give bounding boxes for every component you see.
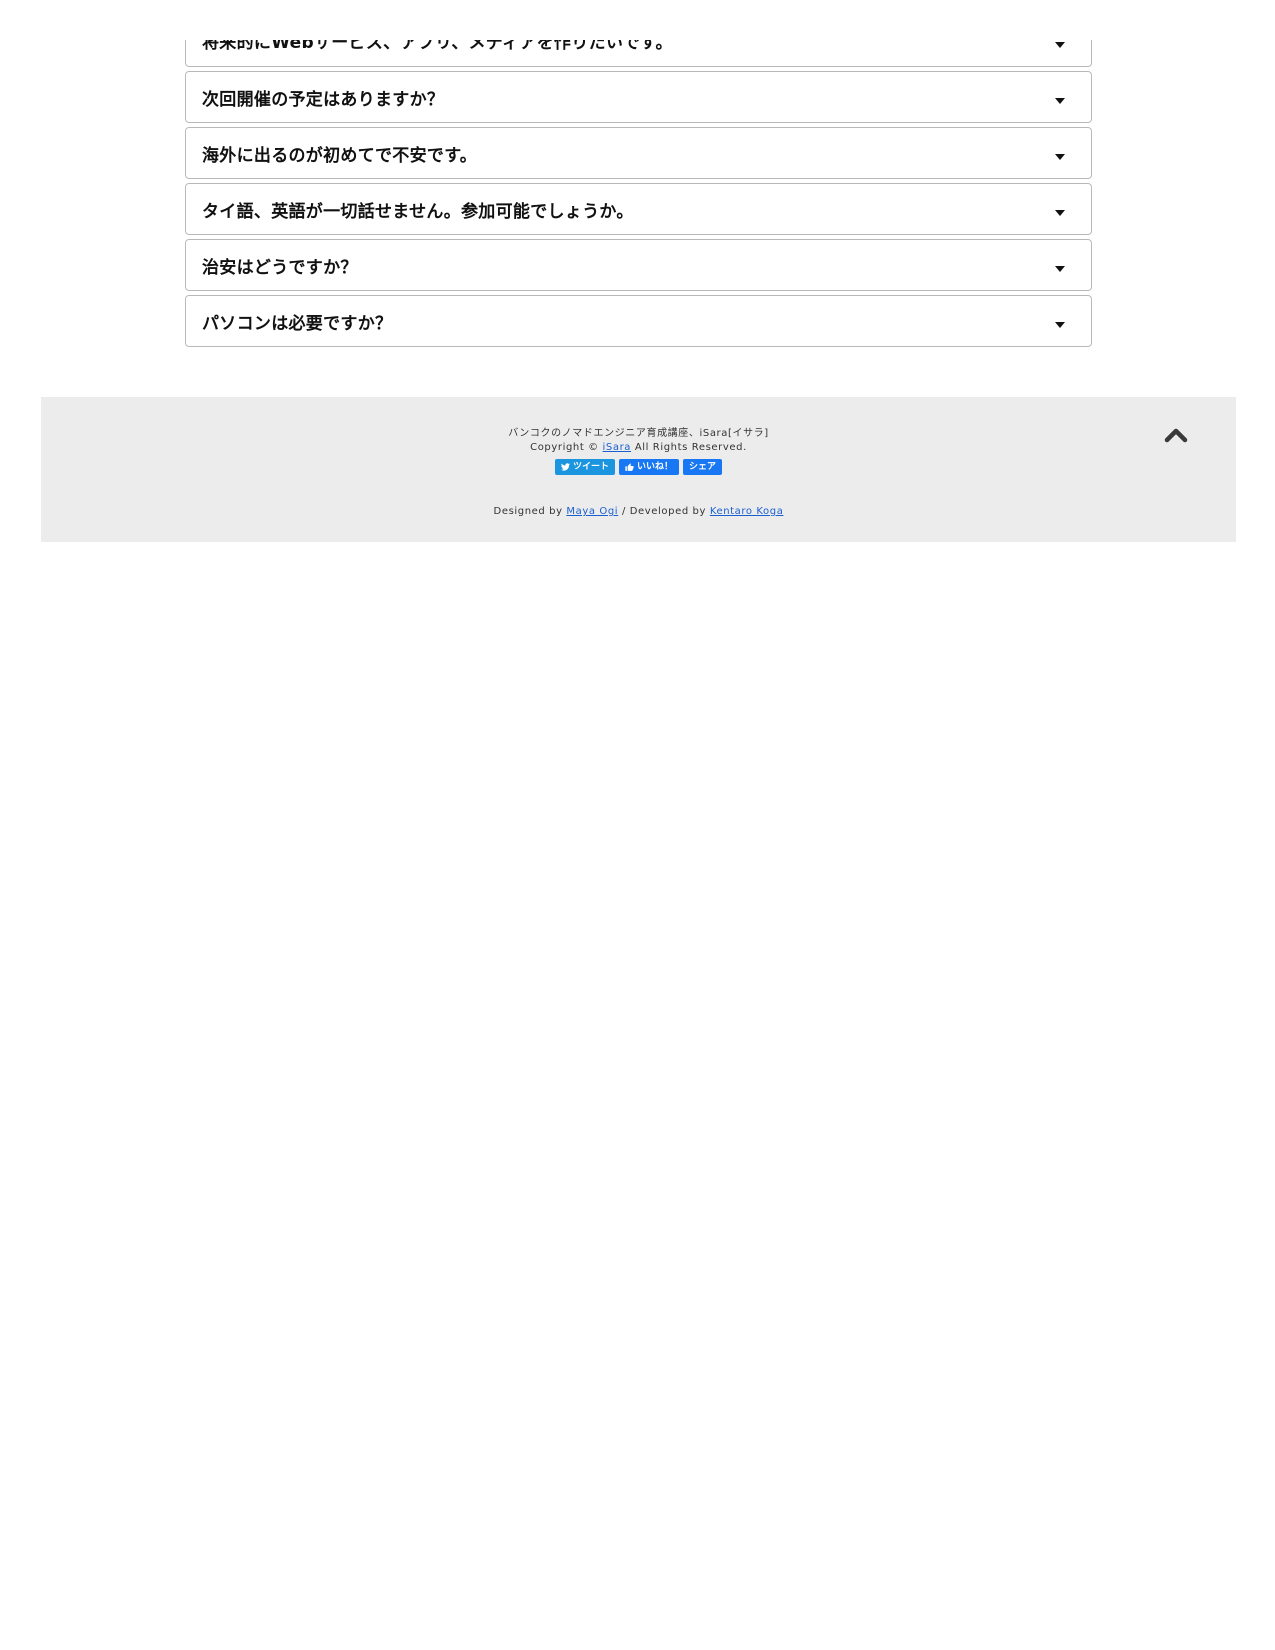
twitter-bird-icon (560, 463, 570, 471)
faq-list: 将来的にWebサービス、アプリ、メディアを作りたいです。 次回開催の予定はありま… (185, 40, 1092, 351)
faq-item[interactable]: 次回開催の予定はありますか？ (185, 71, 1092, 123)
faq-question: 海外に出るのが初めてで不安です。 (202, 146, 478, 166)
share-button[interactable]: シェア (683, 459, 723, 475)
isara-link[interactable]: iSara (603, 442, 632, 453)
faq-question: 次回開催の予定はありますか？ (202, 90, 445, 110)
faq-question: 治安はどうですか？ (202, 258, 358, 278)
page: 将来的にWebサービス、アプリ、メディアを作りたいです。 次回開催の予定はありま… (0, 0, 1275, 1650)
developed-by-prefix: / Developed by (618, 506, 710, 517)
caret-down-icon (1055, 154, 1065, 160)
footer-tagline: バンコクのノマドエンジニア育成講座、iSara[イサラ] (508, 428, 769, 439)
caret-down-icon (1055, 42, 1065, 48)
faq-question: 将来的にWebサービス、アプリ、メディアを作りたいです。 (202, 40, 673, 53)
faq-item[interactable]: 将来的にWebサービス、アプリ、メディアを作りたいです。 (185, 40, 1092, 67)
faq-item[interactable]: 海外に出るのが初めてで不安です。 (185, 127, 1092, 179)
footer: バンコクのノマドエンジニア育成講座、iSara[イサラ] Copyright ©… (41, 397, 1236, 542)
credits: Designed by Maya Ogi / Developed by Kent… (41, 505, 1236, 518)
like-label: いいね！ (636, 462, 673, 472)
chevron-up-icon (1164, 428, 1188, 443)
caret-down-icon (1055, 98, 1065, 104)
copyright: Copyright © iSara All Rights Reserved. (41, 441, 1236, 454)
like-button[interactable]: いいね！ (618, 459, 679, 475)
developer-link[interactable]: Kentaro Koga (710, 506, 784, 517)
caret-down-icon (1055, 210, 1065, 216)
designed-by-prefix: Designed by (493, 506, 567, 517)
faq-question: パソコンは必要ですか？ (202, 314, 393, 334)
designer-link[interactable]: Maya Ogi (566, 506, 618, 517)
caret-down-icon (1055, 266, 1065, 272)
social-buttons: ツイート いいね！ シェア (41, 459, 1236, 475)
copyright-suffix: All Rights Reserved. (631, 442, 747, 453)
copyright-prefix: Copyright © (530, 442, 603, 453)
faq-item[interactable]: 治安はどうですか？ (185, 239, 1092, 291)
tweet-label: ツイート (572, 462, 609, 472)
faq-question: タイ語、英語が一切話せません。参加可能でしょうか。 (202, 202, 634, 222)
share-label: シェア (689, 462, 717, 472)
tweet-button[interactable]: ツイート (554, 459, 615, 475)
back-to-top-button[interactable] (1164, 425, 1188, 445)
caret-down-icon (1055, 322, 1065, 328)
faq-item[interactable]: タイ語、英語が一切話せません。参加可能でしょうか。 (185, 183, 1092, 235)
faq-item[interactable]: パソコンは必要ですか？ (185, 295, 1092, 347)
thumbs-up-icon (625, 462, 634, 471)
